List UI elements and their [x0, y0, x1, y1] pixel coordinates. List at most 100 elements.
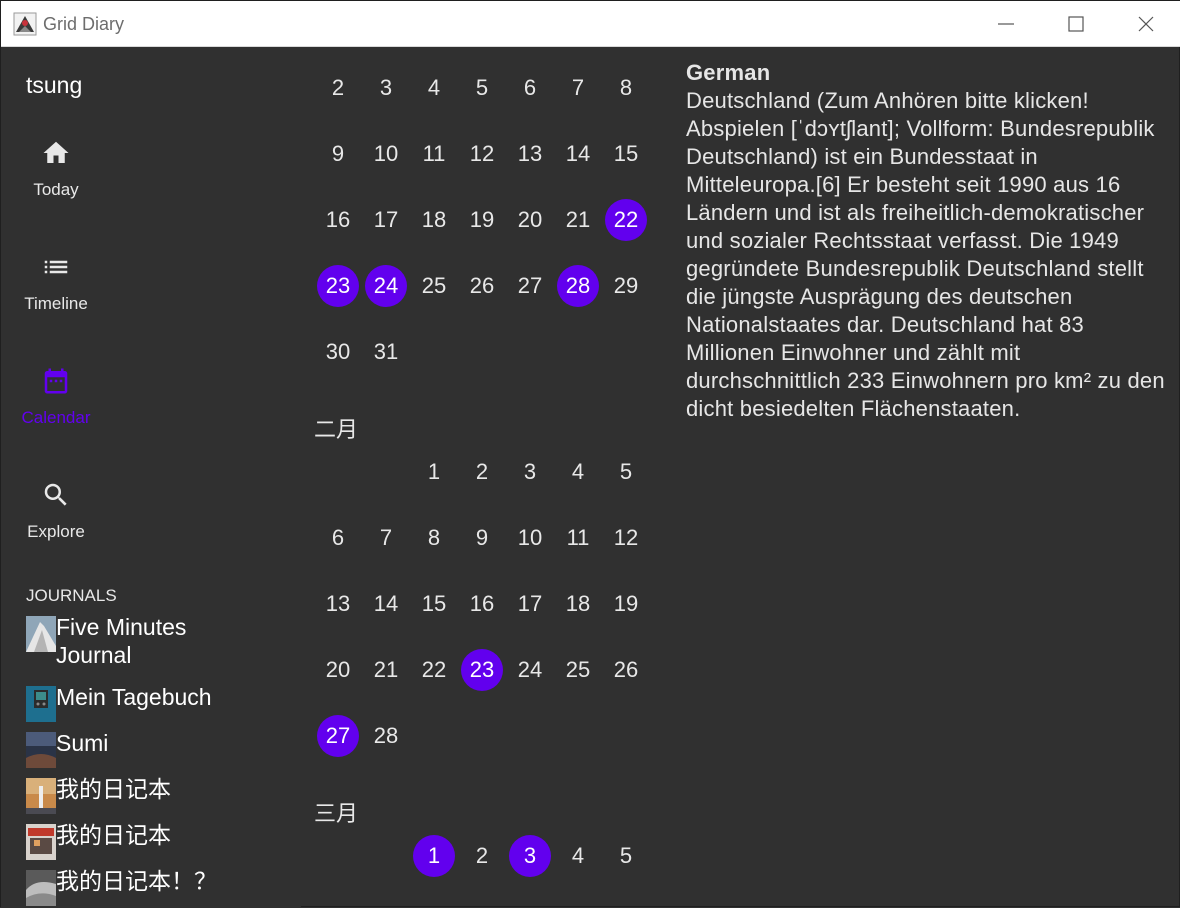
- calendar-day[interactable]: 7: [557, 67, 599, 109]
- calendar-day[interactable]: 2: [317, 67, 359, 109]
- calendar-view: 2 3 4 5 6 7 8 9 10 11 12 13 14 15 16 17 18 19 20 21 22 23 24 25…: [301, 48, 666, 908]
- calendar-day[interactable]: 26: [605, 649, 647, 691]
- calendar-day[interactable]: 18: [557, 583, 599, 625]
- journal-item[interactable]: 我的日记本: [26, 775, 286, 815]
- calendar-day[interactable]: 15: [605, 133, 647, 175]
- journal-item[interactable]: 我的日记本: [26, 821, 286, 861]
- calendar-day[interactable]: 27: [509, 265, 551, 307]
- maximize-icon: [1068, 16, 1084, 32]
- calendar-day[interactable]: 13: [509, 133, 551, 175]
- calendar-day[interactable]: 22: [413, 649, 455, 691]
- calendar-day[interactable]: 30: [317, 331, 359, 373]
- title-bar: Grid Diary: [1, 1, 1180, 47]
- nav-item-today[interactable]: Today: [1, 138, 111, 228]
- search-icon: [44, 483, 67, 506]
- calendar-day[interactable]: 10: [509, 517, 551, 559]
- calendar-day[interactable]: 8: [413, 517, 455, 559]
- entry-preview: German Deutschland (Zum Anhören bitte kl…: [686, 59, 1166, 423]
- journal-thumbnail: [26, 824, 56, 860]
- calendar-day[interactable]: 17: [365, 199, 407, 241]
- calendar-day[interactable]: 2: [461, 835, 503, 877]
- nav-label-timeline: Timeline: [24, 294, 88, 313]
- minimize-icon: [998, 23, 1014, 25]
- journal-item[interactable]: 我的日记本！？: [26, 867, 286, 907]
- calendar-day[interactable]: 19: [461, 199, 503, 241]
- calendar-day[interactable]: 11: [557, 517, 599, 559]
- maximize-button[interactable]: [1041, 1, 1111, 47]
- journal-item[interactable]: Sumi: [26, 729, 286, 769]
- calendar-day[interactable]: 7: [365, 517, 407, 559]
- calendar-day[interactable]: 26: [461, 265, 503, 307]
- calendar-day[interactable]: 11: [413, 133, 455, 175]
- calendar-day-with-entry[interactable]: 24: [365, 265, 407, 307]
- calendar-day[interactable]: 10: [365, 133, 407, 175]
- list-icon: [44, 260, 68, 274]
- calendar-day[interactable]: 9: [317, 133, 359, 175]
- calendar-day[interactable]: 21: [365, 649, 407, 691]
- calendar-day[interactable]: 25: [413, 265, 455, 307]
- calendar-day-with-entry[interactable]: 28: [557, 265, 599, 307]
- calendar-day[interactable]: 21: [557, 199, 599, 241]
- journal-name: 我的日记本！？: [56, 868, 217, 894]
- calendar-day[interactable]: 5: [605, 451, 647, 493]
- calendar-day[interactable]: 28: [365, 715, 407, 757]
- calendar-day-with-entry[interactable]: 23: [317, 265, 359, 307]
- calendar-day[interactable]: 20: [317, 649, 359, 691]
- calendar-day[interactable]: 9: [461, 517, 503, 559]
- calendar-day[interactable]: 19: [605, 583, 647, 625]
- calendar-day[interactable]: 4: [413, 67, 455, 109]
- calendar-day[interactable]: 16: [317, 199, 359, 241]
- calendar-day[interactable]: 6: [509, 67, 551, 109]
- calendar-day[interactable]: 1: [413, 451, 455, 493]
- journal-item[interactable]: Mein Tagebuch: [26, 683, 286, 723]
- journal-name: 我的日记本: [56, 776, 171, 802]
- journal-thumbnail: [26, 732, 56, 768]
- calendar-day[interactable]: 16: [461, 583, 503, 625]
- journal-item[interactable]: Five Minutes Journal: [26, 613, 286, 673]
- calendar-day[interactable]: 6: [317, 517, 359, 559]
- calendar-day[interactable]: 14: [365, 583, 407, 625]
- sidebar: tsung Today Timeline Calendar Explore JO…: [1, 48, 301, 908]
- month-label: 二月: [314, 417, 359, 442]
- month-label: 三月: [314, 801, 359, 826]
- calendar-day[interactable]: 29: [605, 265, 647, 307]
- calendar-day[interactable]: 12: [605, 517, 647, 559]
- calendar-day-with-entry[interactable]: 27: [317, 715, 359, 757]
- nav-label-calendar: Calendar: [21, 408, 91, 427]
- app-logo-icon: [13, 12, 37, 36]
- calendar-day-with-entry[interactable]: 1: [413, 835, 455, 877]
- calendar-day[interactable]: 24: [509, 649, 551, 691]
- journal-name: Five Minutes Journal: [56, 614, 187, 668]
- entry-body: Deutschland (Zum Anhören bitte klicken! …: [686, 88, 1165, 421]
- calendar-day[interactable]: 20: [509, 199, 551, 241]
- calendar-day[interactable]: 13: [317, 583, 359, 625]
- calendar-day[interactable]: 17: [509, 583, 551, 625]
- nav-item-explore[interactable]: Explore: [1, 480, 111, 570]
- calendar-day[interactable]: 18: [413, 199, 455, 241]
- calendar-day[interactable]: 14: [557, 133, 599, 175]
- calendar-day[interactable]: 12: [461, 133, 503, 175]
- calendar-day-with-entry[interactable]: 3: [509, 835, 551, 877]
- calendar-day[interactable]: 15: [413, 583, 455, 625]
- calendar-day[interactable]: 2: [461, 451, 503, 493]
- calendar-day[interactable]: 3: [365, 67, 407, 109]
- close-button[interactable]: [1111, 1, 1180, 47]
- calendar-day[interactable]: 5: [461, 67, 503, 109]
- calendar-day[interactable]: 4: [557, 451, 599, 493]
- nav-item-timeline[interactable]: Timeline: [1, 252, 111, 342]
- nav-item-calendar[interactable]: Calendar: [1, 366, 111, 456]
- calendar-day[interactable]: 25: [557, 649, 599, 691]
- minimize-button[interactable]: [971, 1, 1041, 47]
- calendar-day[interactable]: 4: [557, 835, 599, 877]
- journal-thumbnail: [26, 870, 56, 906]
- calendar-day[interactable]: 5: [605, 835, 647, 877]
- nav-label-explore: Explore: [27, 522, 85, 541]
- journal-thumbnail: [26, 778, 56, 814]
- calendar-day[interactable]: 31: [365, 331, 407, 373]
- journal-name: Mein Tagebuch: [56, 684, 212, 710]
- calendar-day[interactable]: 8: [605, 67, 647, 109]
- calendar-day-with-entry[interactable]: 22: [605, 199, 647, 241]
- window-title: Grid Diary: [43, 14, 125, 34]
- calendar-day-with-entry[interactable]: 23: [461, 649, 503, 691]
- calendar-day[interactable]: 3: [509, 451, 551, 493]
